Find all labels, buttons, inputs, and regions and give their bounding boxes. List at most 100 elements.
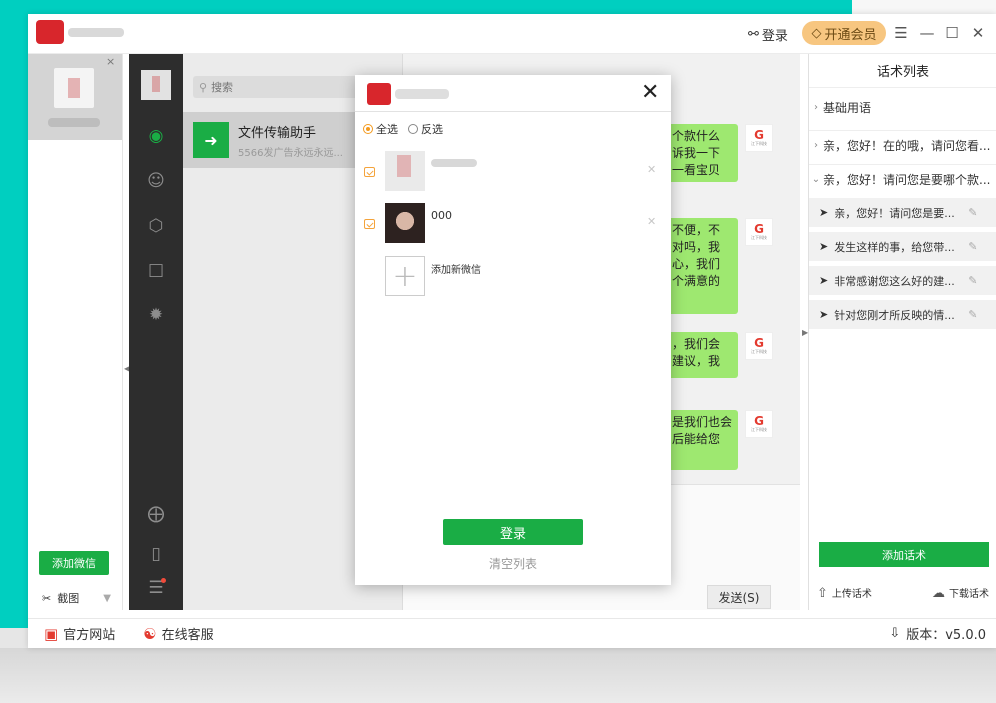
website-label: 官方网站 [63, 628, 116, 643]
phrase-item-text: 非常感谢您这么好的建... [834, 274, 955, 288]
phrase-item-text: 发生这样的事，给您带... [834, 240, 955, 254]
search-input[interactable] [211, 80, 372, 94]
app-name-blurred [68, 28, 124, 37]
edit-icon[interactable]: ✎ [968, 206, 977, 219]
upload-label: 上传话术 [831, 589, 872, 600]
service-label: 在线客服 [161, 628, 214, 643]
phrase-item[interactable]: ➤ 针对您刚才所反映的情... ✎ [809, 300, 996, 330]
menu-icon[interactable]: ☰ [892, 24, 910, 42]
phrase-group-3[interactable]: ⌄ 亲，您好！请问您是要哪个款... [809, 164, 996, 194]
compass-icon[interactable]: ⨁ [144, 502, 168, 526]
screenshot-label: 截图 [57, 592, 80, 605]
sender-logo: G 江下科技 [745, 410, 773, 438]
chat-bubble: 个款什么 诉我一下 一看宝贝 [666, 124, 738, 182]
sender-logo: G 江下科技 [745, 124, 773, 152]
upload-phrases-button[interactable]: ⇧ 上传话术 [817, 585, 872, 601]
edit-icon[interactable]: ✎ [968, 308, 977, 321]
folder-icon[interactable]: □ [144, 258, 168, 282]
version-label: 版本：v5.0.0 [906, 628, 986, 643]
login-label: 登录 [761, 28, 788, 44]
edit-icon[interactable]: ✎ [968, 274, 977, 287]
account-checkbox[interactable] [364, 219, 375, 229]
official-website-link[interactable]: ▣ 官方网站 [44, 624, 116, 644]
chevron-down-icon: ⌄ [811, 174, 821, 185]
phrase-item[interactable]: ➤ 亲，您好！请问您是要... ✎ [809, 198, 996, 228]
close-icon[interactable]: × [106, 55, 115, 68]
dialog-close-icon[interactable]: ✕ [641, 81, 659, 105]
sender-logo: G 江下科技 [745, 332, 773, 360]
select-all-radio[interactable]: 全选 [363, 121, 398, 137]
phrase-item[interactable]: ➤ 非常感谢您这么好的建... ✎ [809, 266, 996, 296]
edit-icon[interactable]: ✎ [968, 240, 977, 253]
remove-account-icon[interactable]: ✕ [647, 163, 656, 176]
phrase-panel-title: 话术列表 [809, 54, 996, 88]
close-window-button[interactable]: ✕ [969, 24, 987, 42]
contacts-icon[interactable]: ☺ [144, 169, 168, 193]
saved-account-row[interactable]: ✕ [355, 151, 671, 195]
account-name-blurred [48, 118, 100, 127]
conversation-title: 文件传输助手 [238, 126, 317, 141]
scissors-icon: ✂ [42, 591, 52, 605]
minimize-button[interactable]: — [918, 24, 936, 42]
phrase-item[interactable]: ➤ 发生这样的事，给您带... ✎ [809, 232, 996, 262]
title-bar: ⚯ 登录 ◇ 开通会员 ☰ — ☐ ✕ [28, 14, 996, 54]
nav-avatar[interactable] [141, 70, 171, 100]
account-card[interactable]: × [28, 54, 122, 140]
user-icon: ⚯ [748, 26, 759, 42]
dialog-title-blurred [395, 89, 449, 99]
more-menu-icon[interactable]: ☰ [144, 576, 168, 600]
invert-select-radio[interactable]: 反选 [408, 121, 443, 137]
saved-account-row[interactable]: 000 ✕ [355, 203, 671, 247]
account-column: × 添加微信 ✂ 截图 ▼ ◀ [28, 54, 130, 610]
vip-label: 开通会员 [824, 27, 877, 43]
search-icon: ⚲ [199, 80, 208, 94]
clear-list-link[interactable]: 清空列表 [355, 555, 671, 572]
dialog-divider [355, 111, 671, 112]
collapse-right-grip[interactable]: ▶ [802, 328, 808, 337]
remove-account-icon[interactable]: ✕ [647, 215, 656, 228]
phrase-group-label: 基础用语 [823, 100, 872, 115]
collapse-left-grip[interactable]: ◀ [124, 364, 130, 373]
online-service-link[interactable]: ☯ 在线客服 [143, 624, 214, 644]
account-avatar [54, 68, 94, 108]
chevron-right-icon: › [814, 140, 818, 151]
notification-dot [161, 578, 166, 583]
send-arrow-icon: ➤ [819, 274, 829, 287]
send-arrow-icon: ➤ [819, 240, 829, 253]
send-button[interactable]: 发送(S) [707, 585, 771, 609]
chat-bubble: 不便，不 对吗，我 心，我们 个满意的 [666, 218, 738, 314]
add-wechat-button[interactable]: 添加微信 [39, 551, 109, 575]
monitor-icon: ▣ [44, 624, 59, 643]
cloud-download-icon: ☁ [932, 586, 945, 601]
send-arrow-icon: ➤ [819, 206, 829, 219]
add-phrase-button[interactable]: 添加话术 [819, 542, 989, 567]
file-transfer-icon: ➜ [193, 122, 229, 158]
maximize-button[interactable]: ☐ [943, 24, 961, 42]
vip-button[interactable]: ◇ 开通会员 [802, 21, 886, 45]
agent-icon: ☯ [143, 624, 157, 643]
download-phrases-button[interactable]: ☁ 下载话术 [932, 585, 989, 601]
chevron-down-icon[interactable]: ▼ [103, 593, 111, 604]
dialog-logo [367, 83, 391, 105]
phrase-group-basic[interactable]: › 基础用语 [809, 92, 996, 122]
desktop-floor [0, 648, 996, 703]
account-checkbox[interactable] [364, 167, 375, 177]
screenshot-tool[interactable]: ✂ 截图 ▼ [42, 590, 111, 606]
version-info: ⇩ 版本：v5.0.0 [889, 624, 986, 643]
desktop-band [852, 0, 996, 14]
phrase-group-2[interactable]: › 亲，您好！在的哦，请问您看... [809, 130, 996, 160]
dialog-login-button[interactable]: 登录 [443, 519, 583, 545]
download-icon[interactable]: ⇩ [889, 626, 900, 641]
app-logo [36, 20, 64, 44]
phrase-item-text: 亲，您好！请问您是要... [834, 206, 955, 220]
upload-icon: ⇧ [817, 586, 828, 601]
send-arrow-icon: ➤ [819, 308, 829, 321]
phrase-group-label: 亲，您好！请问您是要哪个款... [823, 173, 991, 187]
add-new-wechat-button[interactable]: + [385, 256, 425, 296]
chat-icon[interactable]: ◉ [144, 124, 168, 148]
cube-icon[interactable]: ⬡ [144, 214, 168, 238]
phrase-item-text: 针对您刚才所反映的情... [834, 308, 955, 322]
settings-gear-icon[interactable]: ✹ [144, 303, 168, 327]
phone-icon[interactable]: ▯ [144, 542, 168, 566]
login-link[interactable]: ⚯ 登录 [748, 24, 788, 44]
